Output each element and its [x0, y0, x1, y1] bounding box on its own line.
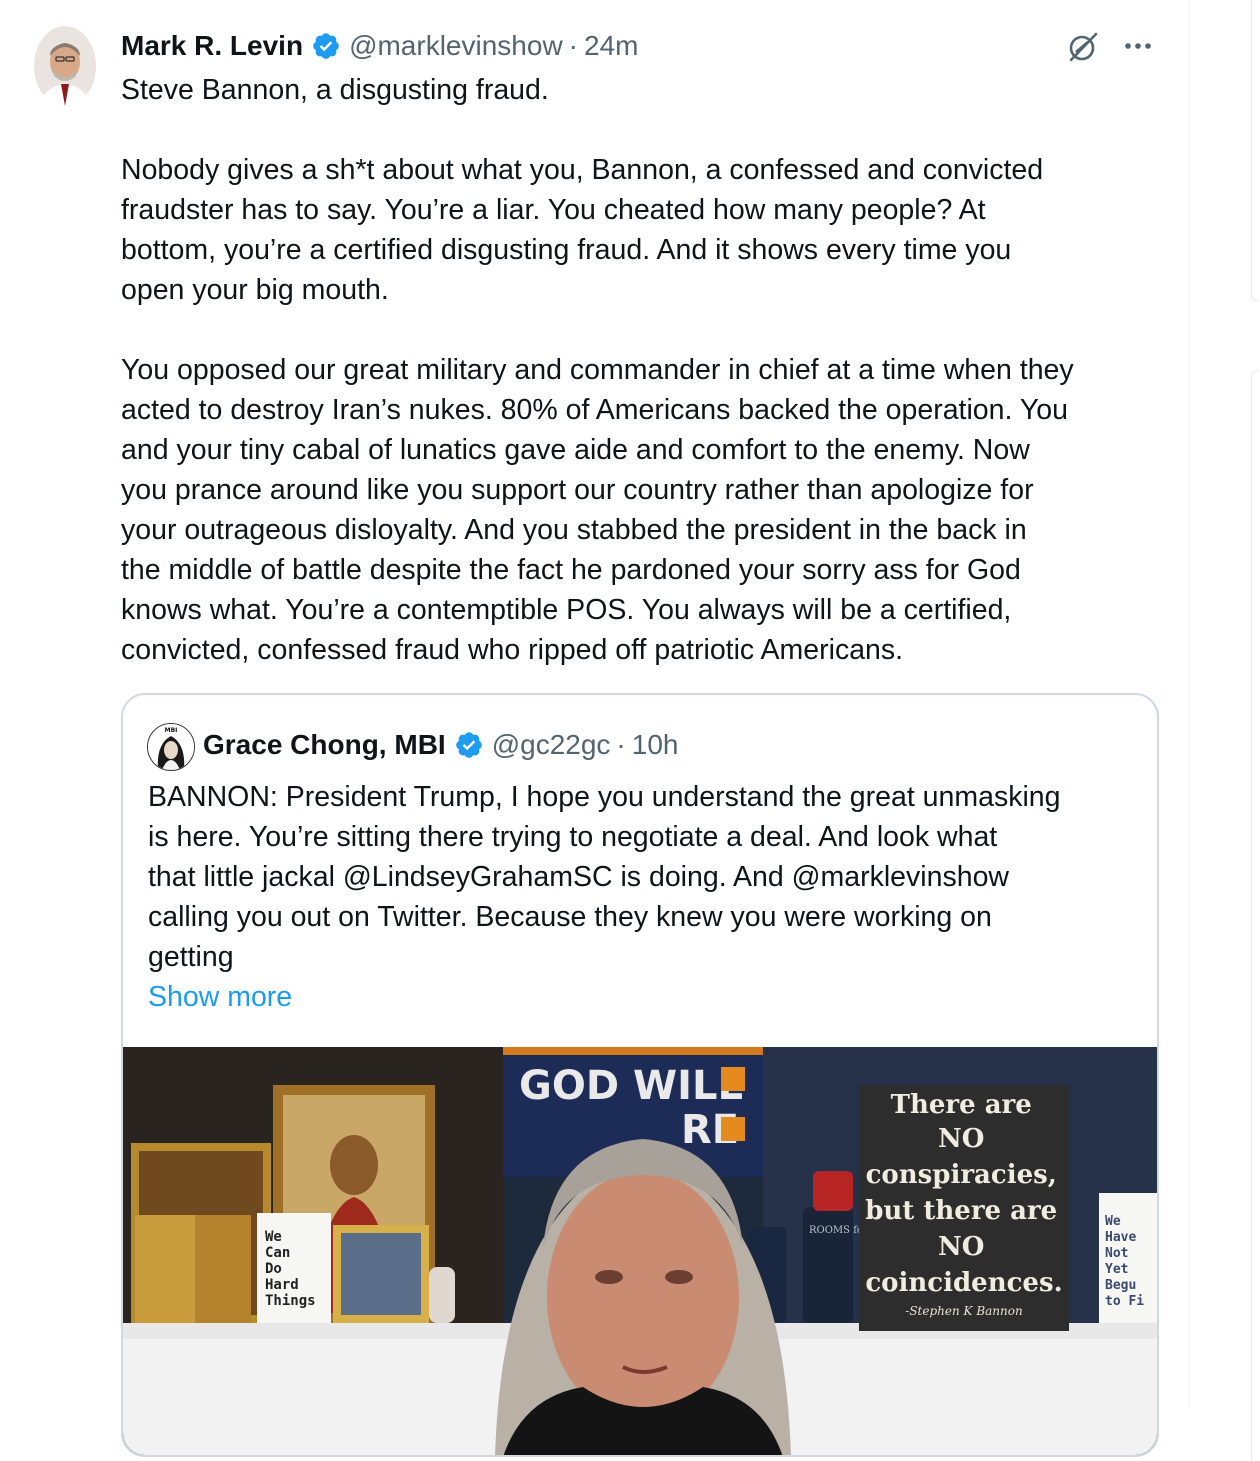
quote-text-line: getting: [148, 941, 234, 973]
author-avatar[interactable]: [34, 26, 96, 106]
quote-text: BANNON: President Trump, I hope you unde…: [148, 777, 1138, 977]
quote-header-separator: ·: [616, 729, 626, 760]
sidebar-card-edge: [1251, 0, 1258, 301]
grok-icon[interactable]: [1066, 30, 1100, 64]
tweet-text-line: the middle of battle despite the fact he…: [121, 554, 1021, 586]
media-banner-line1: GOD WILL: [519, 1063, 743, 1109]
header-separator: ·: [568, 30, 578, 61]
quote-time[interactable]: 10h: [632, 729, 679, 761]
quote-author-handle[interactable]: @gc22gc: [492, 729, 611, 761]
show-more-link[interactable]: Show more: [148, 977, 292, 1017]
quote-avatar-label: MBI: [165, 727, 178, 734]
media-sign-signature: -Stephen K Bannon: [905, 1304, 1022, 1318]
author-handle[interactable]: @marklevinshow: [349, 30, 563, 62]
more-options-icon[interactable]: [1120, 34, 1156, 58]
tweet-header: Mark R. Levin @marklevinshow · 24m: [121, 28, 638, 64]
tweet-text-line: and your tiny cabal of lunatics gave aid…: [121, 434, 1030, 466]
quote-author-avatar[interactable]: MBI: [147, 723, 195, 771]
quote-text-line: BANNON: President Trump, I hope you unde…: [148, 781, 1061, 813]
tweet-text-line: Steve Bannon, a disgusting fraud.: [121, 74, 549, 106]
author-name[interactable]: Mark R. Levin: [121, 30, 303, 62]
tweet-text-line: open your big mouth.: [121, 274, 389, 306]
tweet-text-line: you prance around like you support our c…: [121, 474, 1034, 506]
quote-author-name[interactable]: Grace Chong, MBI: [203, 729, 446, 761]
tweet-text-line: Nobody gives a sh*t about what you, Bann…: [121, 154, 1044, 186]
quote-text-line: calling you out on Twitter. Because they…: [148, 901, 992, 933]
tweet-text-line: bottom, you’re a certified disgusting fr…: [121, 234, 1012, 266]
tweet-text-line: fraudster has to say. You’re a liar. You…: [121, 194, 986, 226]
quoted-tweet[interactable]: MBI Grace Chong, MBI @gc22gc · 10h BANNO…: [121, 693, 1159, 1457]
tweet-text-gap: [121, 310, 1171, 350]
sidebar-card-edge: [1251, 370, 1258, 1461]
quote-media-video[interactable]: GOD WILL RE We Can Do Hard Things ROOMS …: [123, 1047, 1157, 1455]
tweet-text-line: knows what. You’re a contemptible POS. Y…: [121, 594, 1012, 626]
verified-badge-icon: [455, 732, 482, 758]
tweet-text-line: You opposed our great military and comma…: [121, 354, 1074, 386]
quote-header: Grace Chong, MBI @gc22gc · 10h: [203, 727, 678, 763]
tweet-text-line: your outrageous disloyalty. And you stab…: [121, 514, 1027, 546]
tweet-time[interactable]: 24m: [584, 30, 638, 62]
verified-badge-icon: [313, 33, 339, 59]
tweet-text-gap: [121, 110, 1171, 150]
quote-text-line: that little jackal @LindseyGrahamSC is d…: [148, 861, 1009, 893]
tweet-text-line: acted to destroy Iran’s nukes. 80% of Am…: [121, 394, 1068, 426]
column-divider: [1189, 0, 1190, 1408]
tweet[interactable]: Mark R. Levin @marklevinshow · 24m Steve…: [0, 0, 1190, 1457]
tweet-text: Steve Bannon, a disgusting fraud. Nobody…: [121, 70, 1171, 670]
tweet-text-line: convicted, confessed fraud who ripped of…: [121, 634, 904, 666]
quote-text-line: is here. You’re sitting there trying to …: [148, 821, 998, 853]
